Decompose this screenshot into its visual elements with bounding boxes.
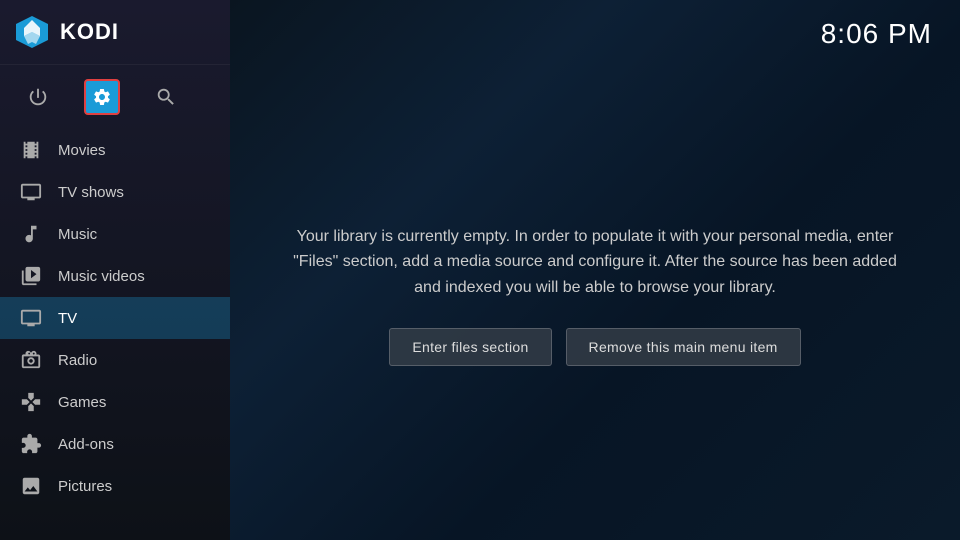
- settings-button[interactable]: [84, 79, 120, 115]
- power-icon: [27, 86, 49, 108]
- sidebar-item-movies[interactable]: Movies: [0, 129, 230, 171]
- sidebar-icon-row: [0, 65, 230, 129]
- addons-icon: [20, 433, 42, 455]
- main-content: 8:06 PM Your library is currently empty.…: [230, 0, 960, 540]
- musicvideos-icon: [20, 265, 42, 287]
- clock-display: 8:06 PM: [821, 18, 932, 50]
- pictures-label: Pictures: [58, 478, 112, 495]
- music-label: Music: [58, 226, 97, 243]
- enter-files-section-button[interactable]: Enter files section: [389, 328, 551, 366]
- sidebar-item-games[interactable]: Games: [0, 381, 230, 423]
- sidebar-item-music[interactable]: Music: [0, 213, 230, 255]
- tvshows-icon: [20, 181, 42, 203]
- action-buttons: Enter files section Remove this main men…: [389, 328, 800, 366]
- kodi-logo-icon: [14, 14, 50, 50]
- pictures-icon: [20, 475, 42, 497]
- search-icon: [155, 86, 177, 108]
- games-icon: [20, 391, 42, 413]
- search-button[interactable]: [148, 79, 184, 115]
- sidebar-item-musicvideos[interactable]: Music videos: [0, 255, 230, 297]
- sidebar-item-radio[interactable]: Radio: [0, 339, 230, 381]
- sidebar-item-addons[interactable]: Add-ons: [0, 423, 230, 465]
- games-label: Games: [58, 394, 106, 411]
- sidebar-item-tvshows[interactable]: TV shows: [0, 171, 230, 213]
- content-area: Your library is currently empty. In orde…: [230, 50, 960, 540]
- tv-label: TV: [58, 310, 77, 327]
- sidebar-header: KODI: [0, 0, 230, 65]
- radio-icon: [20, 349, 42, 371]
- tvshows-label: TV shows: [58, 184, 124, 201]
- power-button[interactable]: [20, 79, 56, 115]
- movies-label: Movies: [58, 142, 106, 159]
- radio-label: Radio: [58, 352, 97, 369]
- library-empty-message: Your library is currently empty. In orde…: [290, 224, 900, 301]
- musicvideos-label: Music videos: [58, 268, 145, 285]
- remove-menu-item-button[interactable]: Remove this main menu item: [566, 328, 801, 366]
- addons-label: Add-ons: [58, 436, 114, 453]
- music-icon: [20, 223, 42, 245]
- settings-icon: [92, 87, 112, 107]
- sidebar-item-pictures[interactable]: Pictures: [0, 465, 230, 507]
- tv-icon: [20, 307, 42, 329]
- movies-icon: [20, 139, 42, 161]
- sidebar-item-tv[interactable]: TV: [0, 297, 230, 339]
- sidebar: KODI Movies: [0, 0, 230, 540]
- top-bar: 8:06 PM: [230, 0, 960, 50]
- app-title: KODI: [60, 19, 119, 45]
- sidebar-nav: Movies TV shows Music Music videos TV: [0, 129, 230, 540]
